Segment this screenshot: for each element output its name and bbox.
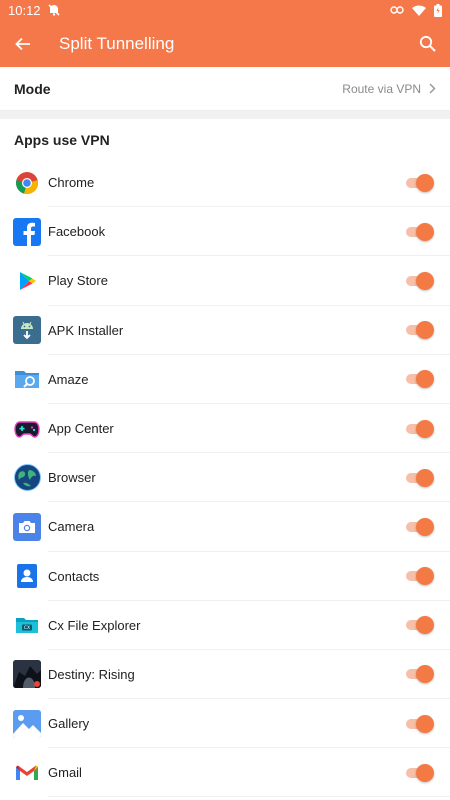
app-row-amaze[interactable]: Amaze bbox=[0, 355, 450, 405]
vpn-toggle[interactable] bbox=[406, 419, 434, 439]
section-title: Apps use VPN bbox=[14, 132, 110, 148]
vpn-toggle[interactable] bbox=[406, 566, 434, 586]
browser-icon bbox=[13, 464, 41, 492]
app-row-gmail[interactable]: Gmail bbox=[0, 748, 450, 798]
app-row-destiny-rising[interactable]: Destiny: Rising bbox=[0, 650, 450, 700]
app-label: Amaze bbox=[48, 371, 89, 387]
apk-installer-icon bbox=[13, 316, 41, 345]
app-row-gallery[interactable]: Gallery bbox=[0, 699, 450, 749]
app-row-chrome[interactable]: Chrome bbox=[0, 158, 450, 208]
app-row-cx-file-explorer[interactable]: CX Cx File Explorer bbox=[0, 601, 450, 651]
cx-file-explorer-icon: CX bbox=[13, 611, 41, 639]
notification-muted-icon bbox=[47, 3, 61, 17]
vpn-toggle[interactable] bbox=[406, 320, 434, 340]
vpn-toggle[interactable] bbox=[406, 222, 434, 242]
destiny-rising-icon bbox=[13, 660, 41, 689]
app-label: Camera bbox=[48, 519, 95, 535]
app-label: Contacts bbox=[48, 568, 100, 584]
app-label: Gallery bbox=[48, 716, 90, 732]
app-row-app-center[interactable]: App Center bbox=[0, 404, 450, 454]
app-row-apk-installer[interactable]: APK Installer bbox=[0, 306, 450, 355]
gmail-icon bbox=[13, 759, 41, 787]
arrow-back-icon bbox=[15, 37, 30, 50]
vpn-toggle[interactable] bbox=[406, 664, 434, 684]
mode-row[interactable]: Mode Route via VPN bbox=[0, 67, 450, 111]
app-label: Cx File Explorer bbox=[48, 617, 141, 633]
battery-icon bbox=[434, 3, 442, 17]
vpn-toggle[interactable] bbox=[406, 615, 434, 635]
wifi-icon bbox=[412, 5, 426, 16]
vpn-toggle[interactable] bbox=[406, 173, 434, 193]
search-button[interactable] bbox=[404, 20, 450, 67]
vpn-toggle[interactable] bbox=[406, 271, 434, 291]
facebook-icon bbox=[13, 217, 41, 246]
amaze-icon bbox=[13, 365, 41, 393]
gallery-icon bbox=[13, 709, 41, 738]
app-row-contacts[interactable]: Contacts bbox=[0, 552, 450, 601]
mode-value-text: Route via VPN bbox=[342, 81, 421, 96]
status-bar: 10:12 bbox=[0, 0, 450, 20]
app-bar: Split Tunnelling bbox=[0, 20, 450, 67]
app-label: Play Store bbox=[48, 273, 108, 289]
mode-label: Mode bbox=[14, 80, 51, 97]
app-label: Gmail bbox=[48, 765, 82, 781]
app-list: Chrome Facebook Play Store APK Installer… bbox=[0, 158, 450, 798]
section-divider bbox=[0, 111, 450, 119]
search-icon bbox=[419, 35, 436, 52]
vpn-toggle[interactable] bbox=[406, 369, 434, 389]
chrome-icon bbox=[13, 169, 41, 197]
play-store-icon bbox=[13, 267, 41, 295]
app-row-play-store[interactable]: Play Store bbox=[0, 256, 450, 306]
vpn-toggle[interactable] bbox=[406, 468, 434, 488]
app-label: Destiny: Rising bbox=[48, 666, 135, 682]
vpn-toggle[interactable] bbox=[406, 714, 434, 734]
status-time: 10:12 bbox=[8, 2, 41, 18]
vpn-toggle[interactable] bbox=[406, 517, 434, 537]
app-label: APK Installer bbox=[48, 322, 124, 338]
app-row-browser[interactable]: Browser bbox=[0, 453, 450, 503]
svg-text:CX: CX bbox=[24, 625, 30, 631]
back-button[interactable] bbox=[0, 20, 46, 67]
app-center-icon bbox=[13, 415, 41, 443]
link-icon bbox=[390, 5, 404, 15]
app-label: Browser bbox=[48, 470, 96, 486]
mode-value[interactable]: Route via VPN bbox=[342, 82, 436, 96]
app-label: Facebook bbox=[48, 224, 106, 240]
page-title: Split Tunnelling bbox=[59, 33, 175, 53]
app-row-facebook[interactable]: Facebook bbox=[0, 207, 450, 257]
app-label: Chrome bbox=[48, 175, 95, 191]
chevron-right-icon bbox=[429, 83, 436, 94]
vpn-toggle[interactable] bbox=[406, 763, 434, 783]
contacts-icon bbox=[13, 562, 41, 590]
camera-icon bbox=[13, 512, 41, 541]
app-label: App Center bbox=[48, 421, 114, 437]
app-row-camera[interactable]: Camera bbox=[0, 502, 450, 552]
